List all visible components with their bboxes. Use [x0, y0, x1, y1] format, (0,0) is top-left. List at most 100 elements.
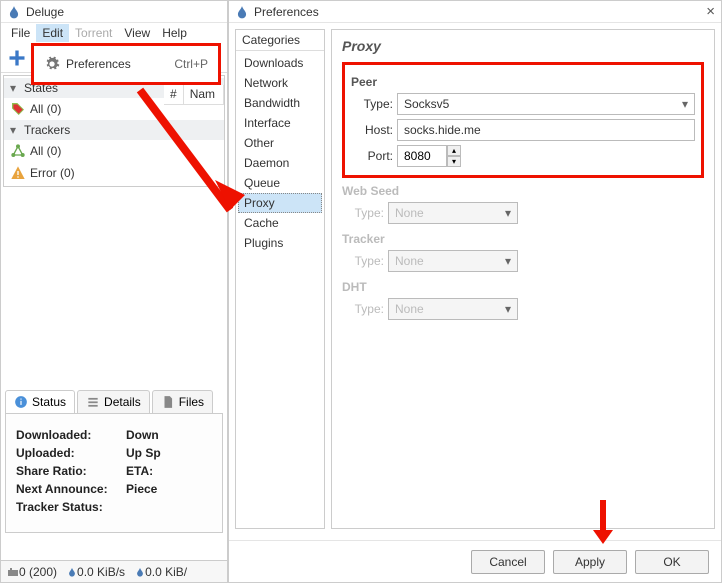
category-other[interactable]: Other: [238, 133, 322, 153]
app-title: Deluge: [26, 5, 64, 19]
peer-type-value: Socksv5: [404, 97, 449, 111]
gear-icon: [44, 56, 60, 72]
connections[interactable]: 0 (200): [7, 565, 57, 579]
list-header: # Nam: [164, 85, 224, 105]
spinner-down[interactable]: ▾: [447, 156, 461, 167]
tracker-type-value: None: [395, 254, 424, 268]
section-dht: DHT: [342, 280, 704, 294]
menu-help[interactable]: Help: [156, 24, 193, 42]
prefs-title: Preferences: [254, 5, 319, 19]
downloaded-label: Downloaded:: [16, 428, 126, 442]
category-cache[interactable]: Cache: [238, 213, 322, 233]
trackers-label: Trackers: [24, 123, 70, 137]
type-label: Type:: [342, 302, 384, 316]
tag-icon: [10, 101, 26, 117]
announce-val: Piece: [126, 482, 157, 496]
peer-port-spinner[interactable]: 8080 ▴ ▾: [397, 145, 461, 167]
collapse-icon: ▾: [10, 123, 24, 137]
apply-button[interactable]: Apply: [553, 550, 627, 574]
tab-files-label: Files: [179, 395, 204, 409]
tracker-label: Tracker Status:: [16, 500, 126, 514]
menu-edit[interactable]: Edit: [36, 24, 69, 42]
category-plugins[interactable]: Plugins: [238, 233, 322, 253]
categories-list: DownloadsNetworkBandwidthInterfaceOtherD…: [236, 51, 324, 255]
filter-error[interactable]: Error (0): [4, 162, 224, 184]
up-icon: [135, 566, 145, 578]
page-title: Proxy: [342, 38, 704, 54]
cancel-button[interactable]: Cancel: [471, 550, 545, 574]
dht-type-select[interactable]: None ▾: [388, 298, 518, 320]
type-label: Type:: [342, 254, 384, 268]
network-icon: [10, 143, 26, 159]
peer-host-input[interactable]: socks.hide.me: [397, 119, 695, 141]
menu-view[interactable]: View: [118, 24, 156, 42]
menu-torrent[interactable]: Torrent: [69, 24, 118, 42]
peer-host-value: socks.hide.me: [404, 123, 481, 137]
upload-speed[interactable]: 0.0 KiB/: [135, 565, 187, 579]
detail-tabs: Status Details Files: [1, 387, 227, 413]
col-num[interactable]: #: [164, 85, 184, 104]
category-downloads[interactable]: Downloads: [238, 53, 322, 73]
tab-status[interactable]: Status: [5, 390, 75, 413]
menu-shortcut: Ctrl+P: [174, 57, 208, 71]
section-webseed: Web Seed: [342, 184, 704, 198]
download-speed[interactable]: 0.0 KiB/s: [67, 565, 125, 579]
collapse-icon: ▾: [10, 81, 24, 95]
tab-status-label: Status: [32, 395, 66, 409]
webseed-type-value: None: [395, 206, 424, 220]
category-queue[interactable]: Queue: [238, 173, 322, 193]
host-label: Host:: [351, 123, 393, 137]
type-label: Type:: [342, 206, 384, 220]
categories-header: Categories: [236, 30, 324, 51]
filter-trackers-all[interactable]: All (0): [4, 140, 224, 162]
webseed-type-select[interactable]: None ▾: [388, 202, 518, 224]
tab-details[interactable]: Details: [77, 390, 150, 413]
preferences-dialog: Preferences × Categories DownloadsNetwor…: [228, 0, 722, 583]
section-peer: Peer: [351, 75, 695, 89]
down-icon: [67, 566, 77, 578]
prefs-footer: Cancel Apply OK: [229, 540, 721, 582]
col-name[interactable]: Nam: [184, 85, 224, 104]
info-icon: [14, 395, 28, 409]
chevron-down-icon: ▾: [505, 206, 511, 220]
connections-text: 0 (200): [19, 565, 57, 579]
share-label: Share Ratio:: [16, 464, 126, 478]
chevron-down-icon: ▾: [505, 302, 511, 316]
tracker-type-select[interactable]: None ▾: [388, 250, 518, 272]
add-icon[interactable]: [7, 48, 27, 68]
uploaded-val: Up Sp: [126, 446, 161, 460]
peer-port-value[interactable]: 8080: [397, 145, 447, 167]
error-label: Error (0): [30, 166, 75, 180]
peer-highlight: Peer Type: Socksv5 ▾ Host: socks.hide.me…: [342, 62, 704, 178]
menu-item-label: Preferences: [66, 57, 174, 71]
group-trackers[interactable]: ▾ Trackers: [4, 120, 224, 140]
section-tracker: Tracker: [342, 232, 704, 246]
menubar: File Edit Torrent View Help: [1, 23, 227, 43]
ok-button[interactable]: OK: [635, 550, 709, 574]
category-proxy[interactable]: Proxy: [238, 193, 322, 213]
deluge-icon: [7, 5, 21, 19]
tab-files[interactable]: Files: [152, 390, 213, 413]
peer-type-select[interactable]: Socksv5 ▾: [397, 93, 695, 115]
close-icon[interactable]: ×: [706, 3, 715, 20]
down-text: 0.0 KiB/s: [77, 565, 125, 579]
spinner-up[interactable]: ▴: [447, 145, 461, 156]
announce-label: Next Announce:: [16, 482, 126, 496]
category-interface[interactable]: Interface: [238, 113, 322, 133]
status-panel: Downloaded:Down Uploaded:Up Sp Share Rat…: [5, 413, 223, 533]
categories-panel: Categories DownloadsNetworkBandwidthInte…: [235, 29, 325, 529]
menu-file[interactable]: File: [5, 24, 36, 42]
menu-item-preferences[interactable]: Preferences Ctrl+P: [38, 52, 214, 76]
category-bandwidth[interactable]: Bandwidth: [238, 93, 322, 113]
category-network[interactable]: Network: [238, 73, 322, 93]
prefs-content: Proxy Peer Type: Socksv5 ▾ Host: socks.h…: [331, 29, 715, 529]
chevron-down-icon: ▾: [682, 97, 688, 111]
main-window: Deluge File Edit Torrent View Help Prefe…: [0, 0, 228, 583]
list-icon: [86, 395, 100, 409]
share-val: ETA:: [126, 464, 153, 478]
type-label: Type:: [351, 97, 393, 111]
file-icon: [161, 395, 175, 409]
trackers-all-label: All (0): [30, 144, 61, 158]
main-titlebar: Deluge: [1, 1, 227, 23]
category-daemon[interactable]: Daemon: [238, 153, 322, 173]
